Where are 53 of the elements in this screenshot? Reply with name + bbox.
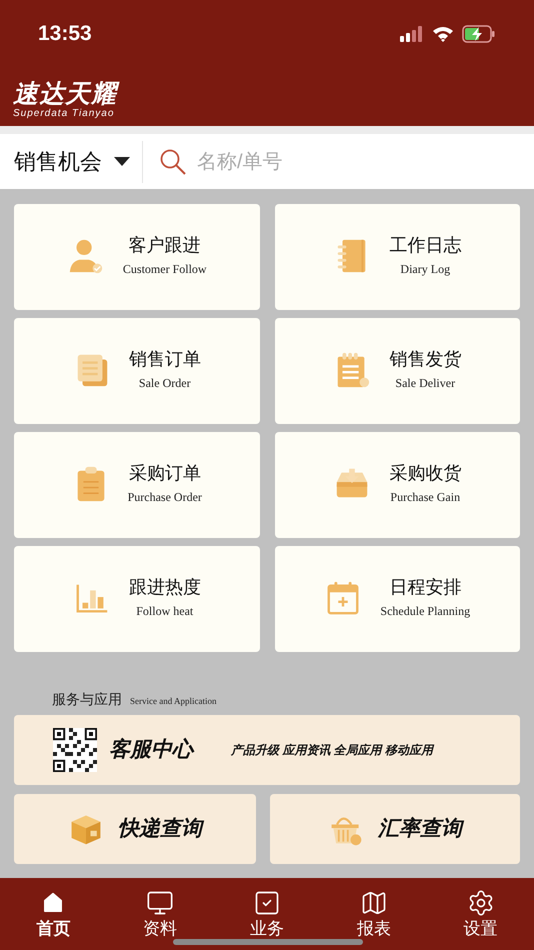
tab-item[interactable]: 资料 (106, 878, 214, 950)
tab-item[interactable]: 业务 (214, 878, 320, 950)
status-time: 13:53 (38, 21, 92, 48)
section-subtitle: Service and Application (130, 695, 216, 708)
module-subtitle: Purchase Gain (390, 490, 460, 504)
module-subtitle: Sale Order (138, 376, 191, 390)
tab-icon (146, 889, 174, 917)
tab-icon (252, 889, 281, 917)
battery-charging-icon (462, 25, 496, 43)
tab-item[interactable]: 设置 (427, 878, 534, 950)
search-icon (159, 148, 187, 176)
module-card[interactable]: 销售订单 Sale Order (14, 318, 260, 424)
module-card[interactable]: 采购收货 Purchase Gain (274, 432, 520, 538)
module-title: 跟进热度 (128, 576, 201, 598)
module-subtitle: Sale Deliver (395, 376, 456, 390)
module-subtitle: Customer Follow (122, 262, 207, 276)
module-subtitle: Purchase Order (128, 490, 202, 504)
module-subtitle: Schedule Planning (380, 604, 470, 618)
module-subtitle: Follow heat (136, 604, 194, 618)
section-title: 服务与应用 (52, 690, 122, 708)
module-card[interactable]: 跟进热度 Follow heat (14, 546, 260, 652)
logo-subtitle: Superdata Tianyao (13, 108, 116, 120)
wifi-icon (432, 26, 454, 42)
service-center-title: 客服中心 (109, 736, 193, 764)
caret-icon (114, 157, 130, 166)
service-tool-card[interactable]: 快递查询 (14, 794, 256, 864)
signal-icon (400, 26, 424, 42)
service-center-tagline: 产品升级 应用资讯 全局应用 移动应用 (231, 742, 434, 759)
module-subtitle: Diary Log (400, 262, 450, 276)
module-card[interactable]: 日程安排 Schedule Planning (274, 546, 520, 652)
service-center-card[interactable]: 客服中心 产品升级 应用资讯 全局应用 移动应用 (14, 715, 520, 785)
module-title: 工作日志 (389, 234, 462, 256)
module-card[interactable]: 工作日志 Diary Log (274, 204, 520, 310)
module-title: 销售订单 (128, 348, 201, 370)
module-title: 销售发货 (389, 348, 462, 370)
filter-dropdown[interactable]: 销售机会 (0, 134, 142, 189)
tab-icon (360, 889, 388, 917)
qr-code-icon (53, 728, 97, 772)
module-title: 日程安排 (389, 576, 462, 598)
search-input[interactable]: 名称/单号 (197, 146, 534, 176)
tab-item[interactable]: 首页 (0, 878, 107, 950)
logo-title: 速达天耀 (13, 80, 521, 108)
module-title: 客户跟进 (128, 234, 201, 256)
module-title: 采购订单 (128, 462, 201, 484)
module-card[interactable]: 销售发货 Sale Deliver (274, 318, 520, 424)
service-tool-card[interactable]: 汇率查询 (270, 794, 520, 864)
search-field[interactable]: 名称/单号 (143, 134, 534, 189)
module-card[interactable]: 客户跟进 Customer Follow (14, 204, 260, 310)
tab-item[interactable]: 报表 (320, 878, 428, 950)
module-title: 采购收货 (389, 462, 462, 484)
service-tool-title: 快递查询 (118, 813, 202, 845)
service-tool-title: 汇率查询 (378, 813, 462, 845)
module-card[interactable]: 采购订单 Purchase Order (14, 432, 260, 538)
